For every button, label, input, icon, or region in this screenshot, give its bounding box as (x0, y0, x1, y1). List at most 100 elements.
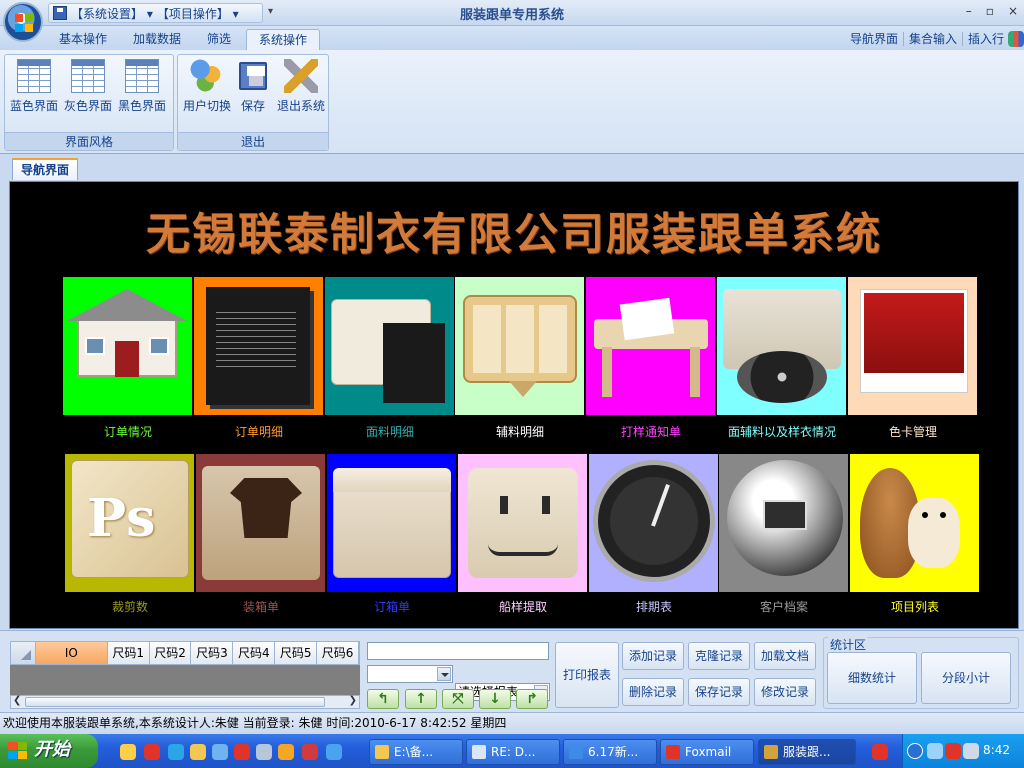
grid-column-size5[interactable]: 尺码5 (275, 642, 318, 664)
nav-tile[interactable] (455, 277, 584, 415)
nav-tile[interactable] (196, 454, 325, 592)
tab-navigation[interactable]: 导航界面 (12, 158, 79, 180)
nav-tile[interactable] (63, 277, 192, 415)
input-method-icon[interactable] (872, 744, 888, 760)
quicklaunch-icon[interactable] (234, 744, 250, 760)
tab-load-data[interactable]: 加载数据 (121, 29, 193, 50)
nav-tile[interactable] (850, 454, 979, 592)
minimize-button[interactable]: – (966, 4, 972, 18)
tray-icon[interactable] (927, 743, 943, 759)
grid-select-all[interactable] (11, 642, 36, 664)
text-input[interactable] (367, 642, 549, 660)
blue-theme-button[interactable]: 蓝色界面 (7, 59, 61, 114)
tab-system-ops[interactable]: 系统操作 (246, 29, 321, 50)
nav-tile-label[interactable]: 色卡管理 (843, 423, 983, 440)
save-button[interactable]: 保存 (230, 59, 276, 114)
quicklaunch-icon[interactable] (256, 744, 272, 760)
quicklaunch-icon[interactable] (278, 744, 294, 760)
ie-icon[interactable] (326, 744, 342, 760)
exit-system-button[interactable]: 退出系统 (274, 59, 328, 114)
nav-tile-label[interactable]: 辅料明细 (450, 423, 590, 440)
tray-icon[interactable] (963, 743, 979, 759)
detail-stats-button[interactable]: 细数统计 (827, 652, 917, 704)
grid-column-size6[interactable]: 尺码6 (317, 642, 359, 664)
nav-tile[interactable] (589, 454, 718, 592)
nav-tile[interactable]: Ps (65, 454, 194, 592)
save-record-button[interactable]: 保存记录 (688, 678, 750, 706)
quicklaunch-icon[interactable] (144, 744, 160, 760)
scroll-right-icon[interactable]: ❯ (349, 695, 357, 706)
nav-tile[interactable] (325, 277, 454, 415)
nav-tile-label[interactable]: 客户档案 (714, 598, 854, 615)
users-icon[interactable] (1008, 30, 1024, 47)
black-theme-button[interactable]: 黑色界面 (115, 59, 169, 114)
nav-tile-label[interactable]: 订单情况 (58, 423, 198, 440)
taskbar-item[interactable]: Foxmail (660, 739, 754, 765)
quicklaunch-icon[interactable] (302, 744, 318, 760)
nav-tile-label[interactable]: 订箱单 (322, 598, 462, 615)
mail-icon (472, 745, 486, 759)
tab-filter[interactable]: 筛选 (195, 29, 243, 50)
folder-icon (325, 277, 454, 415)
grid-column-size4[interactable]: 尺码4 (233, 642, 276, 664)
expand-button[interactable]: ⤧ (442, 689, 474, 709)
nav-tile[interactable] (848, 277, 977, 415)
gray-theme-button[interactable]: 灰色界面 (61, 59, 115, 114)
tab-basic-ops[interactable]: 基本操作 (47, 29, 119, 50)
quicklaunch-icon[interactable] (168, 744, 184, 760)
first-record-button[interactable]: ↰ (367, 689, 399, 709)
nav-tile[interactable] (458, 454, 587, 592)
quicklaunch-icon[interactable] (212, 744, 228, 760)
nav-tile-label[interactable]: 排期表 (584, 598, 724, 615)
nav-tile[interactable] (194, 277, 323, 415)
next-record-button[interactable]: ↓ (479, 689, 511, 709)
load-document-button[interactable]: 加载文档 (754, 642, 816, 670)
tray-icon[interactable] (945, 743, 961, 759)
nav-tile[interactable] (586, 277, 715, 415)
scroll-thumb[interactable] (25, 697, 325, 707)
nav-tile-label[interactable]: 打样通知单 (581, 423, 721, 440)
taskbar-item[interactable]: RE: D... (466, 739, 560, 765)
grid-column-io[interactable]: IO (35, 642, 108, 664)
delete-record-button[interactable]: 删除记录 (622, 678, 684, 706)
scroll-left-icon[interactable]: ❮ (13, 695, 21, 706)
nav-tile-label[interactable]: 装箱单 (191, 598, 331, 615)
edit-record-button[interactable]: 修改记录 (754, 678, 816, 706)
close-button[interactable]: × (1008, 4, 1018, 18)
taskbar-item-active[interactable]: 服装跟... (758, 739, 856, 765)
office-orb-button[interactable] (3, 2, 43, 42)
taskbar-item[interactable]: 6.17新... (563, 739, 657, 765)
restore-button[interactable]: ▫ (986, 4, 994, 18)
nav-tile-label[interactable]: 面辅料以及样衣情况 (712, 423, 852, 440)
print-report-button[interactable]: 打印报表 (555, 642, 619, 708)
nav-tile-label[interactable]: 订单明细 (189, 423, 329, 440)
grid-column-size1[interactable]: 尺码1 (107, 642, 150, 664)
quicklaunch-icon[interactable] (190, 744, 206, 760)
insert-row-link[interactable]: 插入行 (968, 30, 1004, 47)
nav-interface-link[interactable]: 导航界面 (850, 30, 898, 47)
chevron-left-icon[interactable] (907, 743, 923, 759)
last-record-button[interactable]: ↱ (516, 689, 548, 709)
add-record-button[interactable]: 添加记录 (622, 642, 684, 670)
foxmail-icon (666, 745, 680, 759)
data-grid-body[interactable] (10, 665, 360, 695)
grid-column-size2[interactable]: 尺码2 (149, 642, 192, 664)
segment-subtotal-button[interactable]: 分段小计 (921, 652, 1011, 704)
prev-record-button[interactable]: ↑ (405, 689, 437, 709)
nav-tile-label[interactable]: 船样提取 (453, 598, 593, 615)
nav-tile-label[interactable]: 面料明细 (320, 423, 460, 440)
nav-tile[interactable] (717, 277, 846, 415)
combo-box[interactable] (367, 665, 453, 683)
chevron-down-icon[interactable] (437, 667, 451, 681)
taskbar-item[interactable]: E:\备... (369, 739, 463, 765)
nav-tile[interactable] (327, 454, 456, 592)
nav-tile-label[interactable]: 裁剪数 (60, 598, 200, 615)
nav-tile[interactable] (719, 454, 848, 592)
quicklaunch-icon[interactable] (120, 744, 136, 760)
switch-user-button[interactable]: 用户切换 (180, 59, 234, 114)
horizontal-scrollbar[interactable]: ❮ ❯ (10, 695, 360, 709)
nav-tile-label[interactable]: 项目列表 (845, 598, 985, 615)
grid-column-size3[interactable]: 尺码3 (191, 642, 234, 664)
clone-record-button[interactable]: 克隆记录 (688, 642, 750, 670)
batch-input-link[interactable]: 集合输入 (909, 30, 957, 47)
